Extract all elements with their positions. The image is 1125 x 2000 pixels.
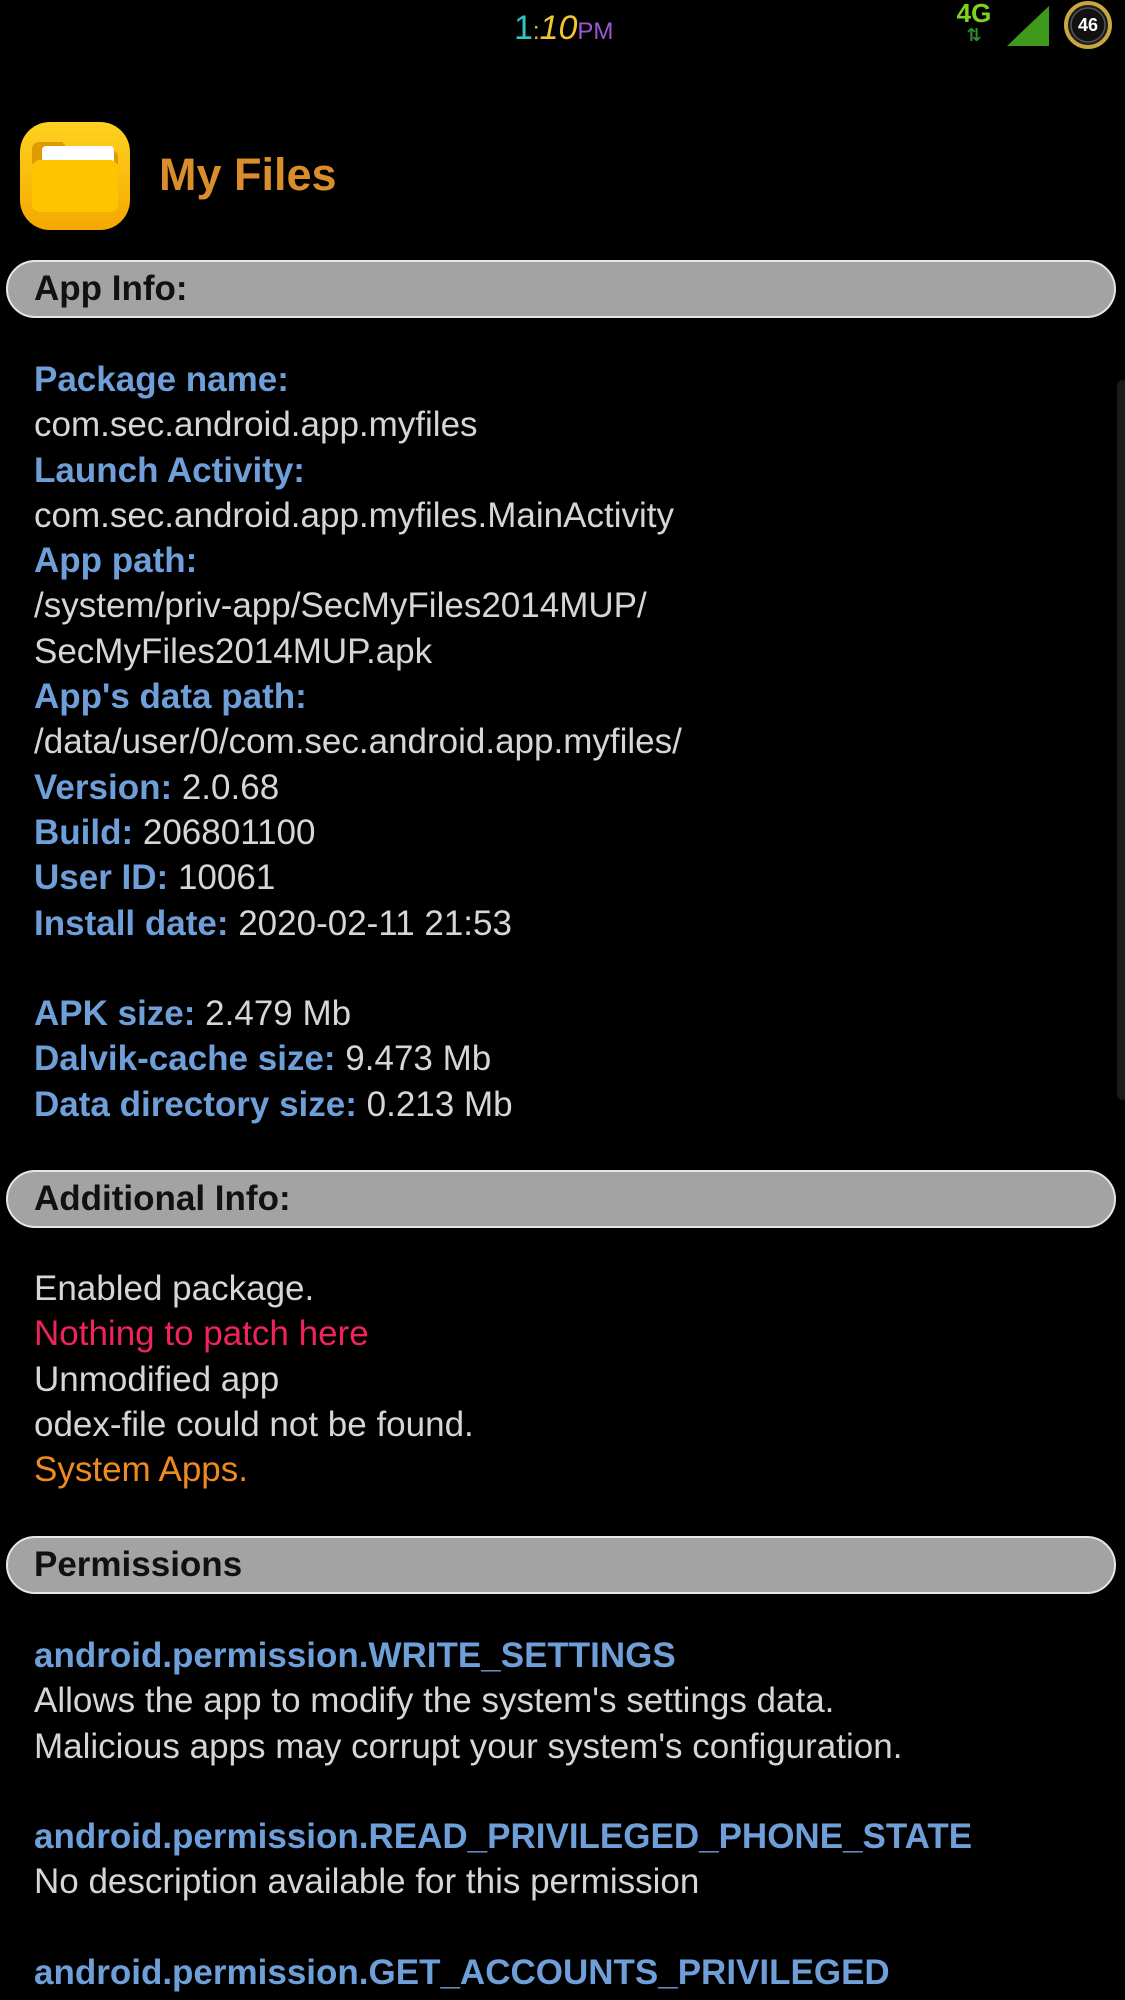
data-path-value: /data/user/0/com.sec.android.app.myfiles…: [34, 722, 682, 762]
permission-item: android.permission.WRITE_SETTINGS Allows…: [34, 1633, 1114, 1769]
dalvik-size-row: Dalvik-cache size: 9.473 Mb: [34, 1036, 1104, 1081]
version-value: 2.0.68: [181, 767, 280, 807]
dalvik-size-value: 9.473 Mb: [345, 1039, 492, 1079]
section-header-app-info[interactable]: App Info:: [6, 260, 1116, 318]
install-date-label: Install date:: [34, 903, 229, 943]
scroll-indicator[interactable]: [1117, 380, 1125, 1100]
apk-size-label: APK size:: [34, 994, 196, 1034]
permission-name: android.permission.READ_PRIVILEGED_PHONE…: [34, 1817, 973, 1856]
install-date-row: Install date: 2020-02-11 21:53: [34, 901, 1104, 946]
section-title: App Info:: [34, 269, 188, 308]
app-header: My Files: [0, 110, 1125, 240]
launch-activity-label: Launch Activity:: [34, 450, 305, 490]
section-title: Additional Info:: [34, 1179, 291, 1218]
permission-name: android.permission.WRITE_SETTINGS: [34, 1636, 676, 1675]
data-dir-size-row: Data directory size: 0.213 Mb: [34, 1082, 1104, 1127]
network-type-label: 4G: [956, 0, 992, 28]
network-4g-icon: 4G ⇅: [954, 0, 994, 52]
dalvik-size-label: Dalvik-cache size:: [34, 1039, 336, 1079]
version-label: Version:: [34, 767, 173, 807]
apk-size-row: APK size: 2.479 Mb: [34, 991, 1104, 1036]
data-activity-icon: ⇅: [966, 25, 982, 45]
status-odex: odex-file could not be found.: [34, 1404, 474, 1444]
permission-item: android.permission.READ_PRIVILEGED_PHONE…: [34, 1814, 1114, 1905]
apk-size-value: 2.479 Mb: [205, 994, 352, 1034]
status-enabled-package: Enabled package.: [34, 1269, 315, 1308]
install-date-value: 2020-02-11 21:53: [238, 903, 512, 943]
user-id-row: User ID: 10061: [34, 855, 1104, 900]
status-clock: 1:10PM: [514, 8, 613, 52]
permission-description: No description available for this permis…: [34, 1862, 700, 1902]
data-dir-size-value: 0.213 Mb: [366, 1084, 513, 1124]
signal-strength-icon: [1007, 6, 1049, 46]
user-id-label: User ID:: [34, 858, 169, 898]
data-path-label: App's data path:: [34, 677, 307, 717]
status-system-apps: System Apps.: [34, 1450, 248, 1490]
build-value: 206801100: [142, 812, 316, 852]
package-name-label: Package name:: [34, 360, 289, 399]
additional-info-details: Enabled package. Nothing to patch here U…: [34, 1266, 1104, 1492]
status-bar: 1:10PM 4G ⇅ 46: [0, 0, 1125, 60]
app-title: My Files: [159, 149, 337, 200]
launch-activity-value: com.sec.android.app.myfiles.MainActivity: [34, 495, 674, 535]
section-title: Permissions: [34, 1545, 243, 1584]
build-row: Build: 206801100: [34, 810, 1104, 855]
package-name-value: com.sec.android.app.myfiles: [34, 405, 478, 445]
battery-level: 46: [1077, 15, 1099, 35]
status-patch: Nothing to patch here: [34, 1314, 369, 1354]
clock-colon: :: [532, 18, 540, 45]
data-dir-size-label: Data directory size:: [34, 1084, 357, 1124]
clock-ampm: PM: [577, 18, 614, 45]
build-label: Build:: [34, 812, 134, 852]
permission-description: Allows the app to modify the system's se…: [34, 1681, 835, 1721]
permission-item: android.permission.GET_ACCOUNTS_PRIVILEG…: [34, 1950, 1114, 1995]
status-modification: Unmodified app: [34, 1359, 280, 1399]
version-row: Version: 2.0.68: [34, 765, 1104, 810]
user-id-value: 10061: [177, 858, 276, 898]
section-header-permissions[interactable]: Permissions: [6, 1536, 1116, 1594]
app-info-details: Package name: com.sec.android.app.myfile…: [34, 357, 1104, 1127]
clock-hour: 1: [514, 9, 533, 47]
section-header-additional-info[interactable]: Additional Info:: [6, 1170, 1116, 1228]
clock-minute: 10: [539, 9, 578, 47]
app-path-value-line2: SecMyFiles2014MUP.apk: [34, 631, 433, 671]
folder-icon: [20, 122, 130, 230]
permission-description: Malicious apps may corrupt your system's…: [34, 1726, 903, 1766]
permission-name: android.permission.GET_ACCOUNTS_PRIVILEG…: [34, 1953, 890, 1992]
app-path-value-line1: /system/priv-app/SecMyFiles2014MUP/: [34, 586, 647, 626]
app-path-label: App path:: [34, 541, 198, 581]
